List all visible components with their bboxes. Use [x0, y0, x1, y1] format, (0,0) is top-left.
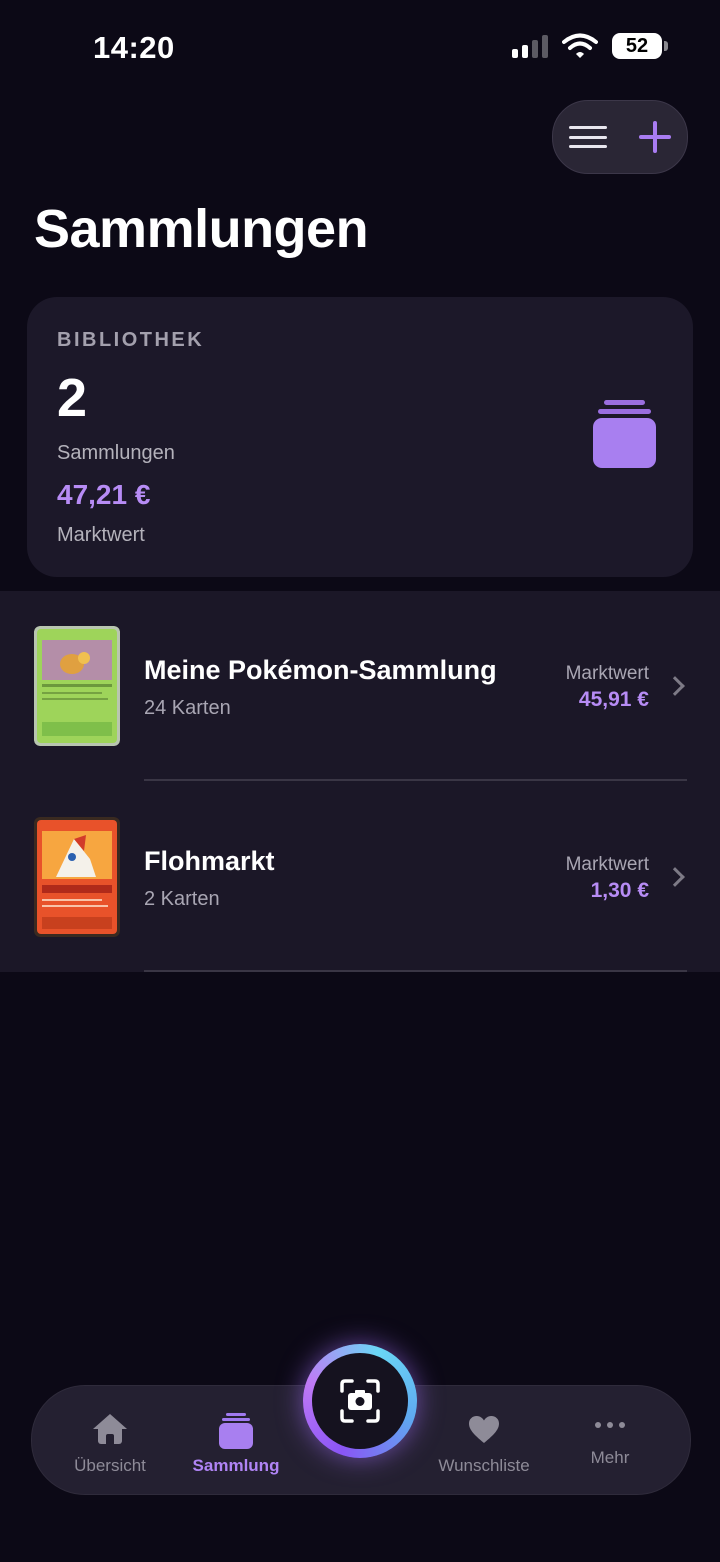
tab-mehr[interactable]: Mehr [560, 1386, 660, 1494]
collection-row-flohmarkt[interactable]: Flohmarkt 2 Karten Marktwert 1,30 € [0, 782, 720, 972]
library-value-label: Marktwert [57, 524, 145, 546]
collection-market-value: 45,91 € [578, 688, 649, 711]
chevron-right-icon [665, 867, 685, 887]
collection-row-meine-pokemon-sammlung[interactable]: Meine Pokémon-Sammlung 24 Karten Marktwe… [0, 591, 720, 781]
tab-uebersicht[interactable]: Übersicht [60, 1386, 160, 1494]
collection-value-label: Marktwert [565, 663, 649, 684]
more-dots-icon [590, 1410, 630, 1440]
collection-name: Meine Pokémon-Sammlung [144, 655, 497, 685]
status-icons: 52 [512, 33, 668, 59]
list-divider [144, 970, 687, 972]
collection-card-count: 24 Karten [144, 697, 231, 719]
tab-wunschliste[interactable]: Wunschliste [430, 1386, 538, 1494]
hamburger-menu-icon[interactable] [569, 126, 607, 148]
collection-value-label: Marktwert [565, 854, 649, 875]
page-title: Sammlungen [34, 199, 369, 259]
stack-icon [593, 400, 656, 468]
tab-label: Sammlung [192, 1456, 280, 1475]
collection-card-thumbnail [34, 817, 120, 937]
collection-market-value: 1,30 € [590, 879, 649, 902]
cellular-signal-icon [512, 34, 548, 58]
collection-card-thumbnail [34, 626, 120, 746]
add-collection-plus-icon[interactable] [639, 121, 671, 153]
collections-list: Meine Pokémon-Sammlung 24 Karten Marktwe… [0, 591, 720, 972]
scan-card-button[interactable] [303, 1344, 417, 1458]
stack-icon [216, 1410, 256, 1450]
tab-label: Mehr [590, 1448, 630, 1467]
collection-card-count: 2 Karten [144, 888, 220, 910]
list-divider [144, 779, 687, 781]
home-icon [90, 1410, 130, 1450]
tab-sammlung[interactable]: Sammlung [186, 1386, 286, 1494]
chevron-right-icon [665, 676, 685, 696]
battery-level: 52 [625, 34, 649, 57]
tab-label: Übersicht [74, 1456, 146, 1475]
library-count-label: Sammlungen [57, 442, 175, 464]
wifi-icon [562, 33, 598, 58]
heart-icon [464, 1410, 504, 1450]
status-time: 14:20 [93, 30, 175, 65]
tab-label: Wunschliste [438, 1456, 530, 1475]
top-action-pill [552, 100, 688, 174]
library-label: BIBLIOTHEK [57, 329, 205, 351]
battery-icon: 52 [612, 33, 668, 59]
collection-name: Flohmarkt [144, 846, 275, 876]
camera-scan-icon [340, 1379, 380, 1423]
library-summary-card: BIBLIOTHEK 2 Sammlungen 47,21 € Marktwer… [27, 297, 693, 577]
library-market-value: 47,21 € [57, 479, 151, 510]
library-collection-count: 2 [57, 368, 88, 428]
